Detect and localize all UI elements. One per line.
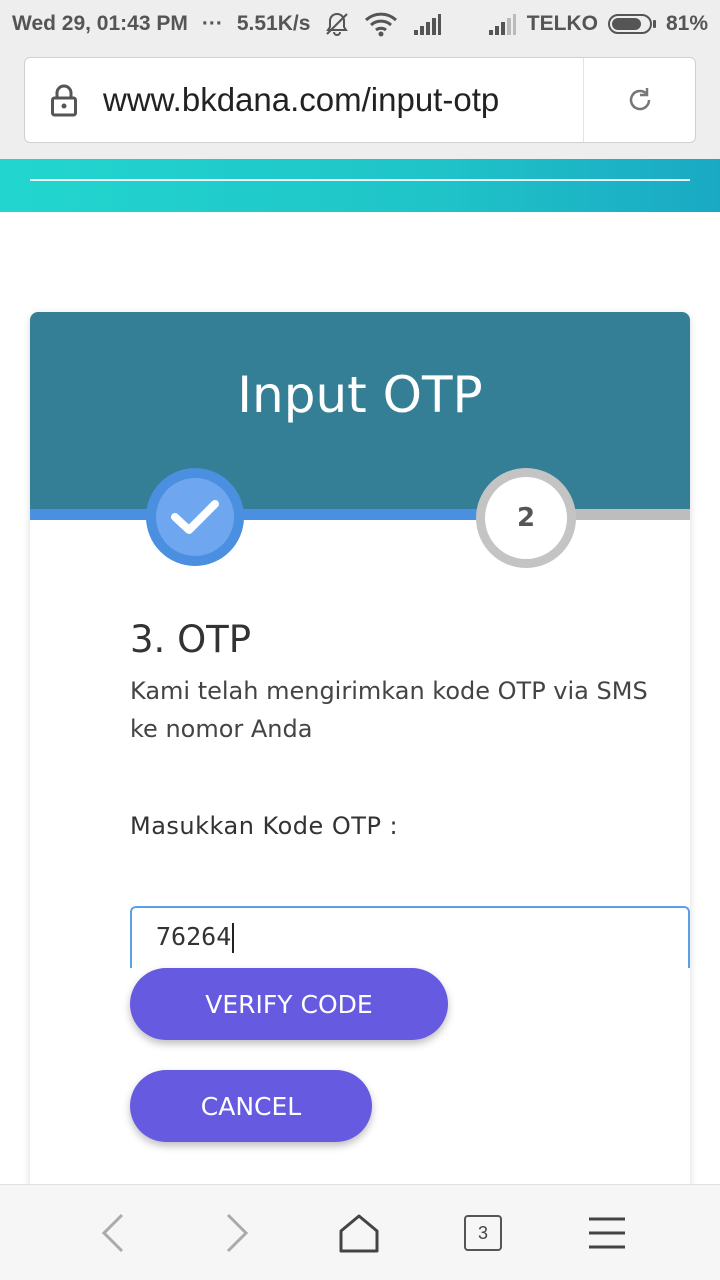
card-title: Input OTP — [237, 366, 483, 424]
section-heading: 3. OTP — [130, 618, 252, 661]
otp-card: Input OTP 2 3. OTP Kami telah mengirimka… — [30, 312, 690, 1192]
status-bar: Wed 29, 01:43 PM ··· 5.51K/s TELKO 81% — [0, 0, 720, 48]
step-2-label: 2 — [485, 477, 567, 559]
text-caret — [232, 923, 235, 953]
signal-icon — [412, 12, 442, 36]
lock-icon — [25, 83, 103, 117]
progress-bar-complete — [30, 509, 490, 520]
browser-toolbar: www.bkdana.com/input-otp — [0, 48, 720, 159]
mute-bell-icon — [324, 11, 350, 37]
cancel-button[interactable]: CANCEL — [130, 1070, 372, 1142]
site-header — [0, 159, 720, 212]
status-dots: ··· — [201, 12, 223, 35]
tab-count: 3 — [464, 1215, 502, 1251]
battery-percent: 81% — [665, 12, 708, 35]
carrier-name: TELKO — [526, 12, 598, 35]
reload-icon[interactable] — [583, 58, 695, 142]
url-text[interactable]: www.bkdana.com/input-otp — [103, 81, 583, 119]
verify-code-button[interactable]: VERIFY CODE — [130, 968, 448, 1040]
otp-value: 76264 — [156, 922, 232, 951]
section-description: Kami telah mengirimkan kode OTP via SMS … — [130, 677, 648, 743]
home-icon[interactable] — [314, 1185, 404, 1280]
back-icon[interactable] — [68, 1185, 158, 1280]
battery-icon — [607, 14, 656, 34]
network-speed: 5.51K/s — [236, 12, 311, 35]
header-divider — [30, 179, 690, 181]
status-datetime: Wed 29, 01:43 PM — [12, 12, 188, 35]
step-1-complete — [146, 468, 244, 566]
menu-icon[interactable] — [562, 1185, 652, 1280]
browser-bottom-nav: 3 — [0, 1184, 720, 1280]
wifi-icon — [364, 11, 398, 37]
step-2-indicator: 2 — [476, 468, 576, 568]
forward-icon[interactable] — [192, 1185, 282, 1280]
check-icon — [171, 500, 219, 534]
otp-label: Masukkan Kode OTP : — [130, 812, 399, 840]
tabs-icon[interactable]: 3 — [438, 1185, 528, 1280]
address-bar[interactable]: www.bkdana.com/input-otp — [24, 57, 696, 143]
otp-input[interactable]: 76264 — [130, 906, 690, 968]
signal-icon — [487, 12, 517, 36]
